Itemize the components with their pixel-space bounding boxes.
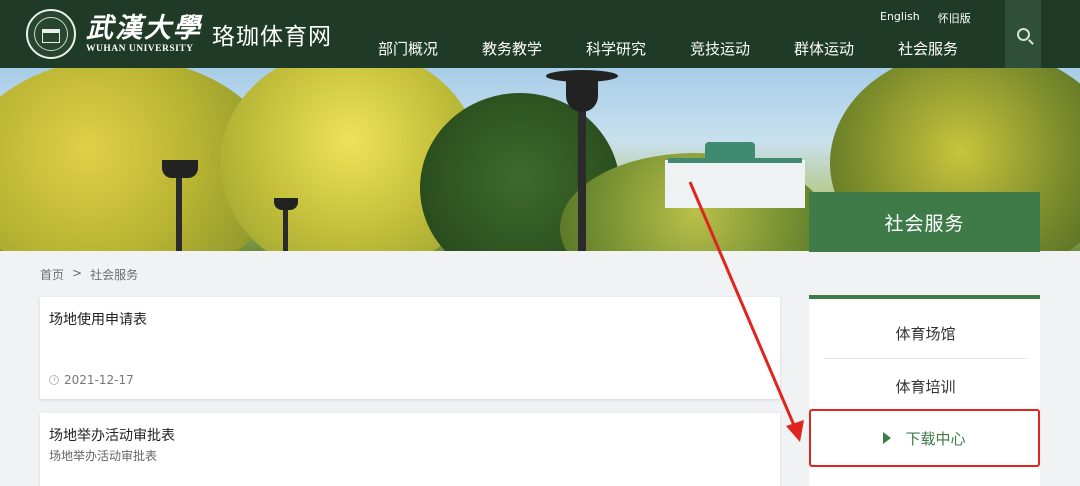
english-link[interactable]: English (880, 10, 920, 26)
nav-item-teaching[interactable]: 教务教学 (482, 38, 586, 59)
list-item-desc: 场地举办活动审批表 (49, 449, 158, 463)
annotation-arrow-head (786, 420, 804, 442)
nav-item-mass-sports[interactable]: 群体运动 (794, 38, 898, 59)
list-item[interactable]: 场地使用申请表 2021-12-17 (40, 297, 780, 399)
sidebar-item-venues[interactable]: 体育场馆 (824, 309, 1027, 359)
university-name-cn: 武漢大學 (86, 13, 202, 44)
sidebar-item-label: 下载中心 (905, 429, 966, 448)
list-item-date-text: 2021-12-17 (64, 373, 134, 387)
street-lamp (578, 88, 586, 251)
legacy-version-link[interactable]: 怀旧版 (938, 10, 971, 26)
list-item-title[interactable]: 场地使用申请表 (49, 309, 147, 329)
street-lamp-small-2 (283, 206, 288, 251)
breadcrumb: 首页 > 社会服务 (40, 266, 138, 283)
triangle-right-icon (883, 432, 892, 444)
university-name-en: WUHAN UNIVERSITY (86, 44, 194, 54)
list-item-title[interactable]: 场地举办活动审批表 (49, 425, 175, 445)
university-logo[interactable]: 武漢大學 WUHAN UNIVERSITY 珞珈体育网 (26, 9, 332, 59)
nav-item-competitive-sports[interactable]: 竞技运动 (690, 38, 794, 59)
section-title-banner: 社会服务 (809, 192, 1040, 252)
breadcrumb-home[interactable]: 首页 (40, 266, 64, 283)
top-links: English 怀旧版 (880, 10, 971, 26)
sidebar-menu: 体育场馆 体育培训 下载中心 (809, 295, 1040, 486)
university-name: 武漢大學 WUHAN UNIVERSITY (86, 13, 202, 55)
site-name: 珞珈体育网 (212, 24, 332, 50)
nav-item-department[interactable]: 部门概况 (378, 38, 482, 59)
main-nav: 部门概况 教务教学 科学研究 竞技运动 群体运动 社会服务 (378, 38, 1002, 59)
nav-item-social-service[interactable]: 社会服务 (898, 38, 1002, 59)
list-item-date: 2021-12-17 (49, 373, 134, 387)
sidebar-item-download-center[interactable]: 下载中心 (809, 409, 1040, 467)
search-icon (1016, 27, 1030, 41)
street-lamp-small (176, 173, 182, 251)
list-item[interactable]: 场地举办活动审批表 场地举办活动审批表 (40, 413, 780, 486)
street-lamp-bell (566, 80, 598, 112)
library-roof-base (668, 158, 802, 163)
breadcrumb-current[interactable]: 社会服务 (90, 266, 138, 283)
search-button[interactable] (1005, 0, 1041, 68)
breadcrumb-separator: > (72, 266, 83, 280)
sidebar-item-label: 体育场馆 (895, 325, 956, 343)
street-lamp-small-head (162, 160, 198, 178)
clock-icon (49, 375, 59, 385)
sidebar-item-training[interactable]: 体育培训 (824, 361, 1027, 411)
sidebar-item-label: 体育培训 (895, 377, 956, 396)
university-seal-icon (26, 9, 76, 59)
site-header: 武漢大學 WUHAN UNIVERSITY 珞珈体育网 English 怀旧版 … (0, 0, 1080, 68)
nav-item-research[interactable]: 科学研究 (586, 38, 690, 59)
street-lamp-small-2-head (274, 198, 298, 210)
library-building (665, 160, 805, 208)
